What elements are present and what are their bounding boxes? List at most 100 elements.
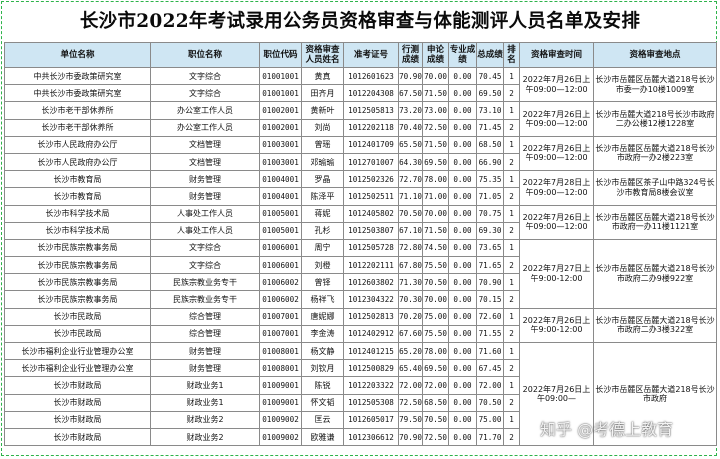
cell-unit: 长沙市民族宗教事务局 (4, 290, 151, 309)
cell-position: 文字综合 (150, 256, 260, 275)
cell-name: 刘尚 (301, 118, 344, 137)
cell-ticket: 1012204308 (343, 84, 399, 103)
cell-position: 财政业务1 (150, 393, 260, 412)
cell-shenlun: 70.00 (422, 204, 449, 223)
cell-rank: 1 (503, 238, 520, 258)
cell-unit: 长沙市科学技术局 (4, 204, 151, 223)
cell-position: 文字综合 (150, 84, 260, 103)
cell-shenlun: 75.50 (422, 256, 449, 275)
page-title: 长沙市2022年考试录用公务员资格审查与体能测评人员名单及安排 (79, 11, 641, 32)
header-place: 资格审查地点 (593, 42, 717, 68)
cell-major: 0.00 (448, 187, 477, 206)
cell-code: 01006001 (259, 256, 302, 275)
cell-xingce: 72.50 (398, 393, 423, 412)
cell-rank: 2 (503, 152, 520, 172)
cell-total: 71.45 (476, 118, 504, 137)
cell-review-place: 长沙市岳麓区岳麓大道218号长沙市政府一办2楼223室 (593, 135, 717, 172)
cell-shenlun: 70.50 (422, 410, 449, 429)
table-row: 长沙市老干部休养所 办公室工作人员 01002001 黄新叶 1012505813 73.… (4, 101, 717, 137)
cell-shenlun: 78.00 (422, 341, 449, 361)
cell-total: 71.05 (476, 187, 504, 206)
cell-rank: 1 (503, 273, 520, 292)
cell-total: 72.00 (476, 376, 504, 395)
cell-position: 办公室工作人员 (150, 101, 260, 120)
cell-unit: 长沙市福利企业行业管理办公室 (4, 341, 151, 361)
cell-code: 01002001 (259, 101, 302, 120)
cell-position: 人事处工作人员 (150, 204, 260, 223)
cell-name: 陈锐 (301, 376, 344, 395)
cell-code: 01009002 (259, 410, 302, 429)
cell-major: 0.00 (448, 152, 477, 172)
cell-unit: 长沙市财政局 (4, 376, 151, 395)
cell-major: 0.00 (448, 170, 477, 189)
cell-xingce: 79.50 (398, 410, 423, 429)
cell-position: 财务管理 (150, 341, 260, 361)
cell-review-place: 长沙市岳麓区岳麓大道218号长沙市政府二办3楼322室 (593, 307, 717, 344)
cell-rank: 1 (503, 135, 520, 154)
cell-name: 孔杉 (301, 221, 344, 240)
cell-unit: 长沙市人民政府办公厅 (4, 152, 151, 172)
header-position: 职位名称 (150, 42, 260, 68)
cell-name: 杨祥飞 (301, 290, 344, 309)
cell-total: 72.60 (476, 307, 504, 326)
cell-position: 财政业务2 (150, 427, 260, 447)
table-row: 长沙市福利企业行业管理办公室 财务管理 01008001 杨文静 1012401215 6… (4, 341, 717, 447)
header-ticket: 准考证号 (343, 42, 399, 68)
cell-total: 70.75 (476, 204, 504, 223)
cell-xingce: 72.00 (398, 376, 423, 395)
cell-shenlun: 69.50 (422, 152, 449, 172)
cell-rank: 1 (503, 170, 520, 189)
cell-shenlun: 78.00 (422, 170, 449, 189)
cell-unit: 长沙市财政局 (4, 410, 151, 429)
cell-shenlun: 69.50 (422, 359, 449, 378)
cell-review-place: 长沙市岳麓区岳麓大道218号长沙市政府二办9楼922室 (593, 238, 717, 309)
cell-name: 蒋妮 (301, 204, 344, 223)
cell-ticket: 1012401709 (343, 135, 399, 154)
cell-ticket: 1012306612 (343, 427, 399, 447)
watermark: 知乎 @考德上教育 (540, 420, 674, 439)
cell-xingce: 67.60 (398, 324, 423, 344)
cell-name: 杨文静 (301, 341, 344, 361)
header-name: 资格审查人员姓名 (301, 42, 344, 68)
header-major: 专业成绩 (448, 42, 477, 68)
cell-xingce: 70.50 (398, 204, 423, 223)
cell-code: 01002001 (259, 118, 302, 137)
cell-name: 曾铎 (301, 273, 344, 292)
cell-xingce: 70.90 (398, 66, 423, 86)
cell-code: 01007001 (259, 324, 302, 344)
cell-unit: 长沙市福利企业行业管理办公室 (4, 359, 151, 378)
cell-shenlun: 71.00 (422, 187, 449, 206)
cell-major: 0.00 (448, 84, 477, 103)
cell-major: 0.00 (448, 341, 477, 361)
cell-name: 匡云 (301, 410, 344, 429)
cell-position: 财务管理 (150, 170, 260, 189)
cell-code: 01003001 (259, 135, 302, 154)
cell-rank: 1 (503, 101, 520, 120)
cell-shenlun: 74.50 (422, 238, 449, 258)
cell-ticket: 1012401215 (343, 341, 399, 361)
cell-shenlun: 70.00 (422, 66, 449, 86)
cell-position: 文档管理 (150, 135, 260, 154)
cell-total: 68.50 (476, 135, 504, 154)
cell-total: 67.45 (476, 359, 504, 378)
cell-position: 民族宗教业务专干 (150, 290, 260, 309)
cell-rank: 2 (503, 290, 520, 309)
cell-xingce: 70.40 (398, 118, 423, 137)
cell-ticket: 1012701007 (343, 152, 399, 172)
table-row: 长沙市民族宗教事务局 文字综合 01006001 周宁 1012505728 72.80 7… (4, 238, 717, 309)
cell-unit: 长沙市财政局 (4, 393, 151, 412)
cell-rank: 2 (503, 324, 520, 344)
cell-unit: 长沙市民族宗教事务局 (4, 238, 151, 258)
cell-total: 71.65 (476, 256, 504, 275)
header-code: 职位代码 (259, 42, 302, 68)
cell-total: 71.70 (476, 427, 504, 447)
cell-unit: 长沙市民族宗教事务局 (4, 256, 151, 275)
cell-major: 0.00 (448, 135, 477, 154)
cell-name: 曾瑶 (301, 135, 344, 154)
cell-total: 69.50 (476, 84, 504, 103)
cell-xingce: 64.30 (398, 152, 423, 172)
cell-total: 73.10 (476, 101, 504, 120)
cell-review-time: 2022年7月26日上午09:00—12:00 (519, 135, 594, 172)
cell-unit: 长沙市教育局 (4, 170, 151, 189)
cell-review-place: 长沙市岳麓大道218号长沙市政府二办公楼12楼1228室 (593, 101, 717, 137)
